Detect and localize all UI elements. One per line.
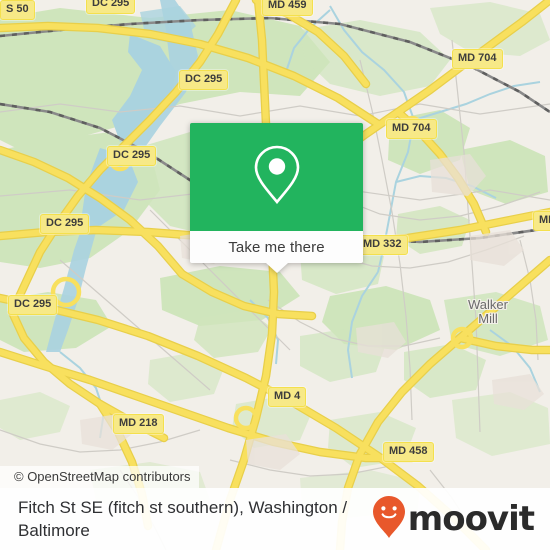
road-shield: MD 459 [262,0,313,16]
road-shield: DC 295 [107,146,157,166]
place-label: Walker Mill [468,297,508,326]
road-shield: S 50 [0,0,35,20]
road-shield: MD 704 [386,119,437,139]
map-attribution[interactable]: © OpenStreetMap contributors [0,466,199,488]
road-shield: DC 295 [86,0,136,14]
road-shield: MD 4 [268,387,307,407]
road-shield: MD 218 [113,414,164,434]
take-me-there-label: Take me there [228,238,325,256]
road-shield: MD 332 [357,235,408,255]
road-shield: DC 295 [40,214,90,234]
road-shield: MD 704 [452,49,503,69]
callout-tail [265,263,288,273]
map-screen: S 50 DC 295 MD 459 MD 704 DC 295 MD 704 DC 295… [0,0,550,550]
road-shield: MD 458 [383,442,434,462]
moovit-pin-icon [372,495,406,544]
take-me-there-button[interactable]: Take me there [190,231,363,263]
map-pin-icon [250,143,304,212]
destination-callout[interactable]: Take me there [190,123,363,273]
footer-bar: Fitch St SE (fitch st southern), Washing… [0,488,550,550]
location-title: Fitch St SE (fitch st southern), Washing… [18,498,348,540]
road-shield: DC 295 [8,295,58,315]
moovit-wordmark: moovit [407,499,535,539]
callout-image-panel [190,123,363,231]
moovit-logo[interactable]: moovit [372,495,535,544]
road-shield: MD [533,211,550,231]
road-shield: DC 295 [179,70,229,90]
